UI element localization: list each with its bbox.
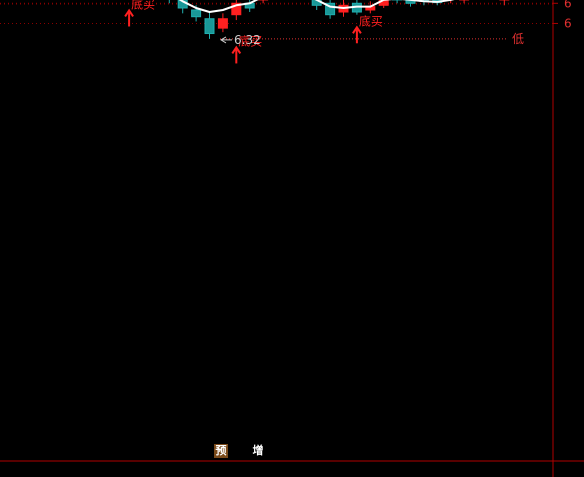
buy-signal-label: 底买 [359,13,383,28]
price-axis: 109998887777668.63 [552,0,572,477]
axis-tick-label: 6 [564,0,572,10]
bottom-badge: 增 [251,444,265,458]
fib-level-label: 低 [512,32,524,46]
candle-body [217,18,228,29]
axis-tick-label: 6 [564,16,572,30]
grid-lines [0,2,584,462]
ma-white-line [178,0,455,13]
low-price-label: 6.32 [234,33,261,47]
candle-body [191,9,202,18]
buy-signal-label: 底买 [131,0,155,11]
ma-white [178,0,455,13]
candlestick-chart[interactable]: 109998887777668.63 高809618中382191低 底买底买底… [0,0,584,477]
candle-body [204,18,215,35]
bottom-badge: 预 [214,444,228,458]
